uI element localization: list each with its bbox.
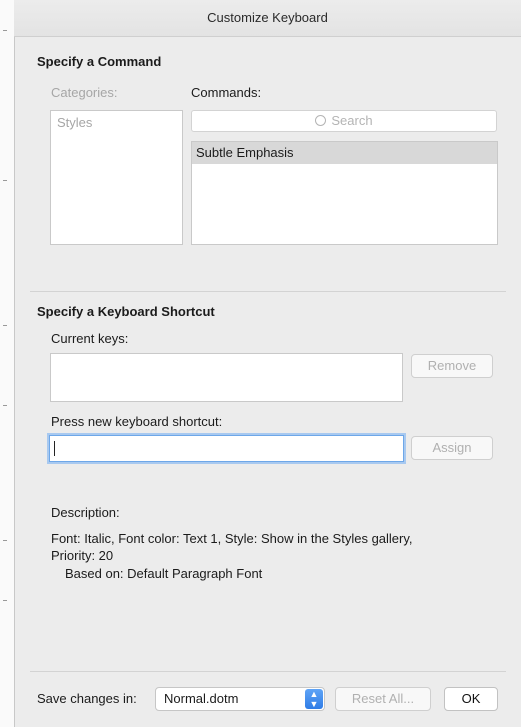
command-item-selected[interactable]: Subtle Emphasis [192,142,497,164]
save-changes-select[interactable]: Normal.dotm ▲ ▼ [155,687,325,711]
background-mark [3,30,7,31]
description-line: Priority: 20 [51,548,114,563]
save-changes-label: Save changes in: [37,691,137,706]
description-line: Based on: Default Paragraph Font [65,566,263,581]
commands-label: Commands: [191,85,262,100]
background-mark [3,405,7,406]
background-mark [3,180,7,181]
background-window-edge [0,0,14,727]
search-icon [315,115,327,126]
save-changes-value: Normal.dotm [164,691,239,706]
section-divider [30,291,506,292]
current-keys-label: Current keys: [51,331,129,346]
text-caret [54,441,55,456]
footer-divider [30,671,506,672]
reset-all-button[interactable]: Reset All... [335,687,431,711]
description-label: Description: [51,505,120,520]
search-placeholder: Search [331,113,373,128]
up-down-chevron-icon[interactable]: ▲ ▼ [305,689,323,709]
categories-list[interactable]: Styles [50,110,183,245]
category-item[interactable]: Styles [51,111,182,134]
background-mark [3,600,7,601]
description-line: Font: Italic, Font color: Text 1, Style:… [51,531,413,546]
current-keys-list[interactable] [50,353,403,402]
assign-button[interactable]: Assign [411,436,493,460]
command-search-input[interactable]: Search [191,110,497,132]
specify-command-heading: Specify a Command [37,54,162,69]
window-title: Customize Keyboard [207,10,328,25]
categories-label: Categories: [51,85,118,100]
commands-list[interactable]: Subtle Emphasis [191,141,498,245]
press-new-shortcut-label: Press new keyboard shortcut: [51,414,223,429]
ok-button[interactable]: OK [444,687,498,711]
remove-button[interactable]: Remove [411,354,493,378]
specify-shortcut-heading: Specify a Keyboard Shortcut [37,304,215,319]
background-mark [3,325,7,326]
new-shortcut-input[interactable] [49,435,404,462]
background-mark [3,540,7,541]
